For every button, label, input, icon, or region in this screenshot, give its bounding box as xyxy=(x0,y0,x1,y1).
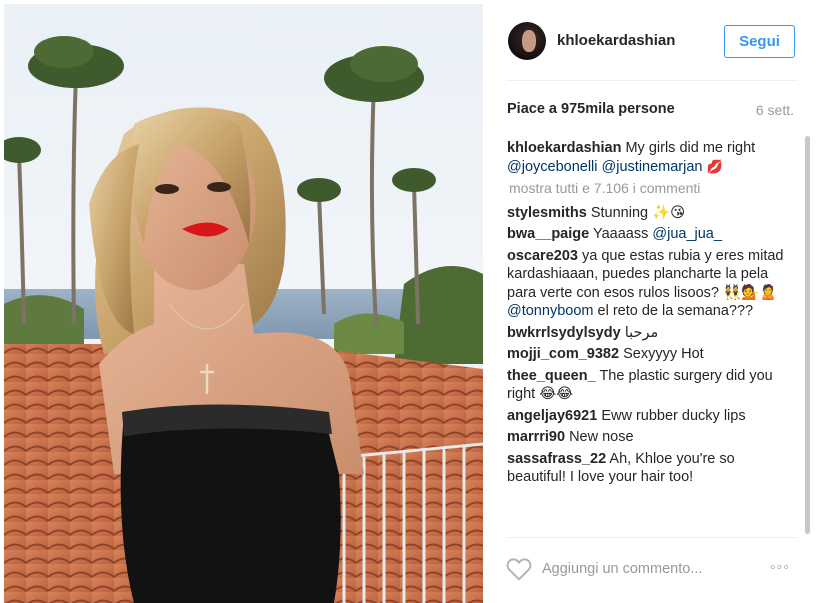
kiss-emoji: 💋 xyxy=(706,158,723,174)
list-item: marrri90 New nose xyxy=(507,428,789,447)
follow-button[interactable]: Segui xyxy=(724,25,795,58)
more-options-icon[interactable]: ◦◦◦ xyxy=(770,560,798,576)
caption-mention[interactable]: @justinemarjan xyxy=(602,159,703,175)
comment-author[interactable]: bwa__paige xyxy=(507,226,589,242)
comment-text: Yaaaass xyxy=(592,226,649,242)
list-item: oscare203 ya que estas rubia y eres mita… xyxy=(507,247,789,321)
list-item: thee_queen_ The plastic surgery did you … xyxy=(507,367,789,404)
caption: khloekardashian My girls did me right @j… xyxy=(507,139,789,176)
comment-mention[interactable]: @jua_jua_ xyxy=(652,226,722,242)
list-item: mojji_com_9382 Sexyyyy Hot xyxy=(507,345,789,364)
comment-author[interactable]: mojji_com_9382 xyxy=(507,346,619,362)
likes-count[interactable]: Piace a 975mila persone xyxy=(507,101,675,117)
list-item: bwa__paige Yaaaass @jua_jua_ xyxy=(507,225,789,244)
comment-text: New nose xyxy=(569,429,634,445)
comment-text-after: el reto de la semana??? xyxy=(597,303,754,319)
post-photo[interactable] xyxy=(4,4,483,603)
caption-author[interactable]: khloekardashian xyxy=(507,140,621,156)
show-all-comments-link[interactable]: mostra tutti e 7.106 i commenti xyxy=(509,179,789,198)
comments-scrollbar[interactable] xyxy=(802,136,813,536)
footer-divider xyxy=(506,537,798,538)
comment-input[interactable] xyxy=(542,556,742,582)
comment-author[interactable]: marrri90 xyxy=(507,429,565,445)
post-username[interactable]: khloekardashian xyxy=(557,32,675,49)
heart-outline-icon[interactable] xyxy=(506,557,532,581)
avatar[interactable] xyxy=(508,22,546,60)
post-age[interactable]: 6 sett. xyxy=(756,102,794,118)
comments-list[interactable]: khloekardashian My girls did me right @j… xyxy=(507,139,789,537)
post-header: khloekardashian Segui xyxy=(484,0,820,82)
caption-mention[interactable]: @joycebonelli xyxy=(507,159,598,175)
comment-text: Sexyyyy Hot xyxy=(623,346,704,362)
comment-author[interactable]: oscare203 xyxy=(507,248,578,264)
post-photo-illustration xyxy=(4,4,483,603)
header-divider xyxy=(506,80,798,81)
comment-author[interactable]: stylesmiths xyxy=(507,205,587,221)
comment-text: Stunning ✨😘 xyxy=(590,204,686,221)
scrollbar-thumb[interactable] xyxy=(805,136,810,534)
caption-text: My girls did me right xyxy=(625,140,756,156)
list-item: sassafrass_22 Ah, Khloe you're so beauti… xyxy=(507,450,789,487)
comment-text: Eww rubber ducky lips xyxy=(601,407,746,424)
list-item: bwkrrlsydylsydy مرحبا xyxy=(507,324,789,343)
comment-author[interactable]: thee_queen_ xyxy=(507,368,596,384)
comment-author[interactable]: sassafrass_22 xyxy=(507,451,606,467)
post-details-panel: khloekardashian Segui Piace a 975mila pe… xyxy=(484,0,820,603)
list-item: angeljay6921 Eww rubber ducky lips xyxy=(507,407,789,426)
list-item: stylesmiths Stunning ✨😘 xyxy=(507,204,789,223)
comment-author[interactable]: angeljay6921 xyxy=(507,408,597,424)
comment-text: مرحبا xyxy=(624,324,659,341)
comment-mention[interactable]: @tonnyboom xyxy=(507,303,593,319)
comment-author[interactable]: bwkrrlsydylsydy xyxy=(507,325,621,341)
